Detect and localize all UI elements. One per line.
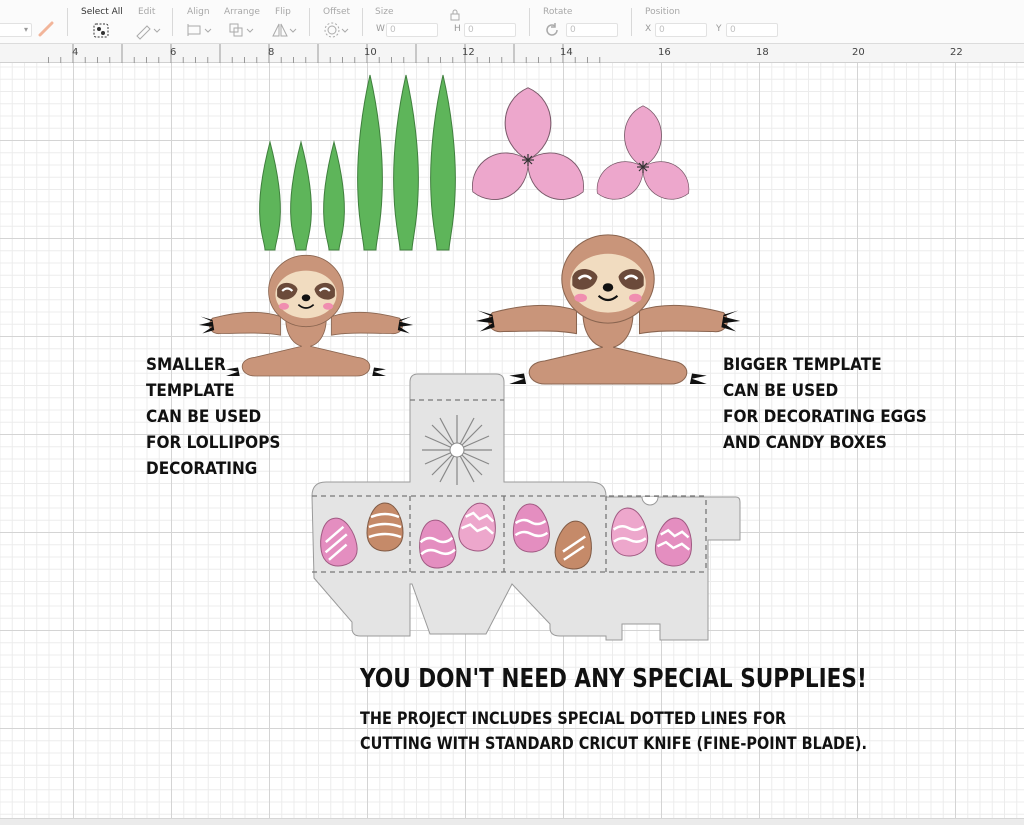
- bigger-template-note: BIGGER TEMPLATE CAN BE USED FOR DECORATI…: [723, 352, 927, 456]
- smaller-template-note: SMALLER TEMPLATE CAN BE USED FOR LOLLIPO…: [146, 352, 280, 482]
- note-line: CUTTING WITH STANDARD CRICUT KNIFE (FINE…: [360, 734, 867, 754]
- note-line: FOR DECORATING EGGS: [723, 407, 927, 427]
- note-line: CAN BE USED: [146, 407, 262, 427]
- leaf-shape[interactable]: [357, 74, 383, 251]
- note-line: CAN BE USED: [723, 381, 839, 401]
- note-line: BIGGER TEMPLATE: [723, 355, 882, 375]
- leaf-shape[interactable]: [259, 141, 281, 251]
- bottom-scrollbar[interactable]: [0, 818, 1024, 825]
- note-line: FOR LOLLIPOPS: [146, 433, 281, 453]
- sloth-large-template[interactable]: [474, 233, 742, 386]
- leaf-shape[interactable]: [393, 74, 419, 251]
- dotted-lines-note: THE PROJECT INCLUDES SPECIAL DOTTED LINE…: [360, 707, 867, 757]
- leaf-shape[interactable]: [430, 74, 456, 251]
- note-line: DECORATING: [146, 459, 258, 479]
- note-line: TEMPLATE: [146, 381, 235, 401]
- flower-large[interactable]: [461, 87, 595, 212]
- leaf-shape[interactable]: [290, 141, 312, 251]
- note-line: AND CANDY BOXES: [723, 433, 887, 453]
- leaf-shape[interactable]: [323, 141, 345, 251]
- supplies-headline: YOU DON'T NEED ANY SPECIAL SUPPLIES!: [360, 664, 867, 694]
- flower-small[interactable]: [588, 105, 698, 209]
- note-line: THE PROJECT INCLUDES SPECIAL DOTTED LINE…: [360, 709, 787, 729]
- leaf-shapes: [259, 74, 456, 251]
- note-line: SMALLER: [146, 355, 226, 375]
